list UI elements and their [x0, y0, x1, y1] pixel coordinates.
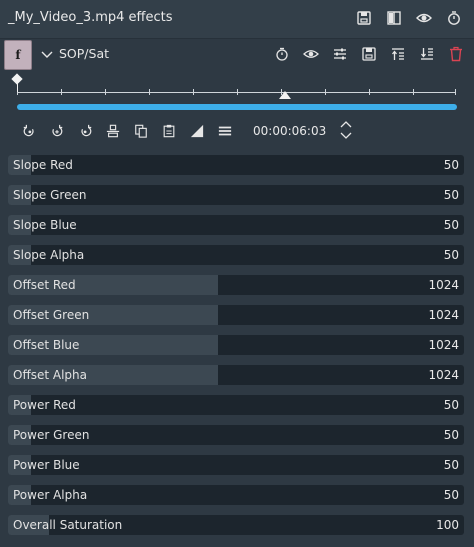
effect-badge[interactable]: f [4, 40, 32, 70]
param-value[interactable]: 100 [436, 518, 459, 532]
move-down-icon[interactable] [419, 46, 435, 62]
curve-icon[interactable] [188, 122, 206, 140]
timer-icon[interactable] [446, 10, 462, 26]
param-value[interactable]: 50 [444, 398, 459, 412]
param-slider[interactable]: Slope Green 50 [8, 185, 464, 205]
align-icon[interactable] [104, 122, 122, 140]
param-label: Power Alpha [13, 488, 88, 502]
timecode-display[interactable]: 00:00:06:03 [253, 124, 326, 138]
ruler-tick [325, 89, 326, 95]
param-label: Power Blue [13, 458, 80, 472]
param-slider[interactable]: Offset Green 1024 [8, 305, 464, 325]
keyframe-timeline[interactable] [11, 73, 457, 112]
param-slider[interactable]: Offset Blue 1024 [8, 335, 464, 355]
ruler-tick [237, 89, 238, 95]
param-value[interactable]: 1024 [428, 308, 459, 322]
sliders-icon[interactable] [332, 46, 348, 62]
param-label: Slope Red [13, 158, 73, 172]
param-label: Overall Saturation [13, 518, 123, 532]
add-keyframe-icon[interactable] [48, 122, 66, 140]
param-value[interactable]: 1024 [428, 368, 459, 382]
save-stack-icon[interactable] [356, 10, 372, 26]
next-keyframe-icon[interactable] [77, 122, 95, 140]
window-title: _My_Video_3.mp4 effects [8, 10, 173, 25]
paste-icon[interactable] [160, 122, 178, 140]
previous-keyframe-icon[interactable] [20, 122, 38, 140]
effect-header-icons [274, 46, 464, 62]
param-label: Offset Green [13, 308, 90, 322]
param-value[interactable]: 50 [444, 158, 459, 172]
param-slider[interactable]: Slope Alpha 50 [8, 245, 464, 265]
param-slider[interactable]: Power Green 50 [8, 425, 464, 445]
copy-icon[interactable] [132, 122, 150, 140]
chevron-down-icon[interactable] [39, 47, 55, 63]
param-slider[interactable]: Offset Alpha 1024 [8, 365, 464, 385]
delete-icon[interactable] [448, 46, 464, 62]
param-slider[interactable]: Slope Red 50 [8, 155, 464, 175]
param-value[interactable]: 50 [444, 218, 459, 232]
ruler-tick [369, 89, 370, 95]
keyframe-toolbar: 00:00:06:03 [0, 119, 474, 144]
ruler-tick [61, 89, 62, 95]
param-label: Offset Red [13, 278, 76, 292]
effects-window: _My_Video_3.mp4 effects f SOP/Sat 00:00:… [0, 0, 474, 547]
effect-header: f SOP/Sat [0, 39, 474, 71]
save-icon[interactable] [361, 46, 377, 62]
param-label: Power Green [13, 428, 90, 442]
param-slider[interactable]: Offset Red 1024 [8, 275, 464, 295]
param-value[interactable]: 50 [444, 428, 459, 442]
title-bar-icons [356, 10, 462, 26]
effect-panel: f SOP/Sat 00:00:06:03 Slope Red 50 Slope… [0, 39, 474, 547]
effect-name: SOP/Sat [59, 46, 110, 61]
ruler-tick [105, 89, 106, 95]
ruler-tick [455, 89, 456, 95]
param-value[interactable]: 50 [444, 248, 459, 262]
param-label: Power Red [13, 398, 76, 412]
param-label: Offset Alpha [13, 368, 87, 382]
param-slider[interactable]: Overall Saturation 100 [8, 515, 464, 535]
param-slider[interactable]: Slope Blue 50 [8, 215, 464, 235]
keyframe-marker[interactable] [11, 73, 23, 85]
playhead-cursor[interactable] [279, 91, 291, 99]
timeline-ruler [17, 92, 455, 93]
param-label: Slope Alpha [13, 248, 85, 262]
param-value[interactable]: 1024 [428, 278, 459, 292]
menu-icon[interactable] [216, 122, 234, 140]
param-slider[interactable]: Power Alpha 50 [8, 485, 464, 505]
timeline-range-bar[interactable] [17, 104, 457, 110]
param-value[interactable]: 1024 [428, 338, 459, 352]
param-value[interactable]: 50 [444, 488, 459, 502]
eye-icon[interactable] [303, 46, 319, 62]
compare-split-icon[interactable] [386, 10, 402, 26]
param-label: Offset Blue [13, 338, 80, 352]
timecode-spinner[interactable] [339, 119, 353, 141]
param-value[interactable]: 50 [444, 458, 459, 472]
param-label: Slope Green [13, 188, 87, 202]
title-bar: _My_Video_3.mp4 effects [0, 0, 474, 39]
ruler-tick [193, 89, 194, 95]
move-up-icon[interactable] [390, 46, 406, 62]
param-slider[interactable]: Power Red 50 [8, 395, 464, 415]
ruler-tick [149, 89, 150, 95]
param-value[interactable]: 50 [444, 188, 459, 202]
ruler-tick [413, 89, 414, 95]
param-label: Slope Blue [13, 218, 77, 232]
param-slider[interactable]: Power Blue 50 [8, 455, 464, 475]
eye-icon[interactable] [416, 10, 432, 26]
timer-icon[interactable] [274, 46, 290, 62]
